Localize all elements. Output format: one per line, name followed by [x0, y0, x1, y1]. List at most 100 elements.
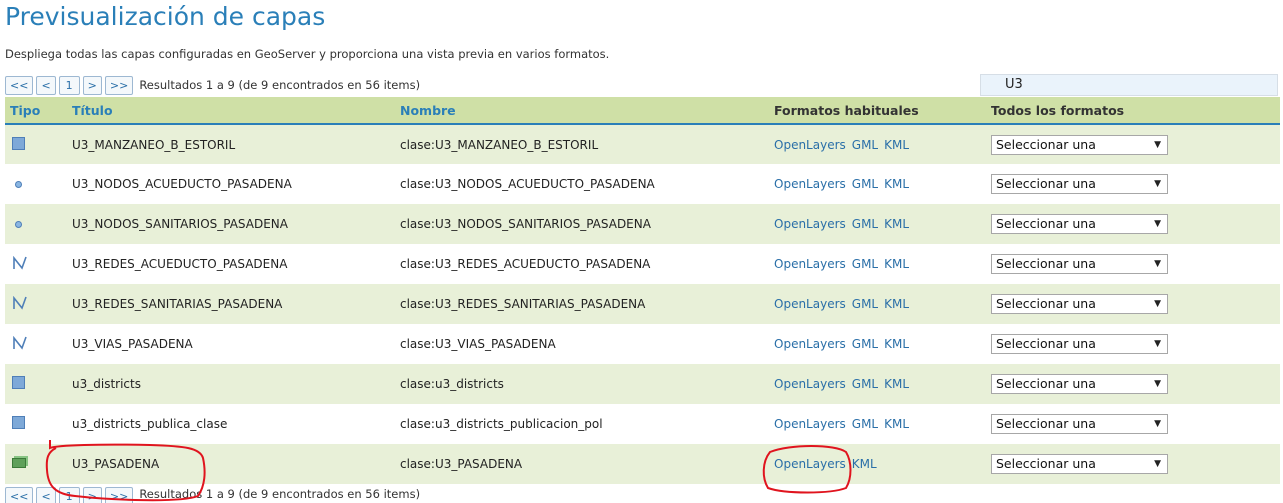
table-row: u3_districts clase:u3_districts OpenLayers… [5, 364, 1280, 404]
format-link-kml[interactable]: KML [884, 177, 909, 191]
cell-todos: Seleccionar una ▼ [986, 244, 1280, 284]
format-link-kml[interactable]: KML [884, 417, 909, 431]
format-link-gml[interactable]: GML [852, 217, 878, 231]
dropdown-arrow-icon: ▼ [1154, 179, 1161, 189]
format-link-gml[interactable]: GML [852, 257, 878, 271]
last-page-button[interactable]: >> [104, 75, 134, 95]
layer-preview-page: Previsualización de capas Despliega toda… [0, 0, 1283, 503]
format-link-kml[interactable]: KML [884, 377, 909, 391]
cell-titulo: U3_NODOS_ACUEDUCTO_PASADENA [67, 164, 395, 204]
last-page-button-bottom[interactable]: >> [104, 487, 134, 503]
dropdown-arrow-icon: ▼ [1154, 339, 1161, 349]
format-link-kml[interactable]: KML [884, 337, 909, 351]
column-header-formatos: Formatos habituales [769, 97, 986, 125]
cell-nombre: clase:U3_REDES_SANITARIAS_PASADENA [395, 284, 769, 324]
column-header-nombre[interactable]: Nombre [395, 97, 769, 125]
raster-icon [12, 458, 26, 468]
format-select[interactable]: Seleccionar una ▼ [991, 214, 1168, 234]
cell-nombre: clase:U3_NODOS_ACUEDUCTO_PASADENA [395, 164, 769, 204]
format-link-kml[interactable]: KML [884, 297, 909, 311]
table-header-row: Tipo Título Nombre Formatos habituales T… [5, 97, 1280, 125]
format-link-openlayers[interactable]: OpenLayers [774, 417, 846, 431]
format-link-gml[interactable]: GML [852, 297, 878, 311]
format-link-openlayers[interactable]: OpenLayers [774, 217, 846, 231]
format-link-openlayers[interactable]: OpenLayers [774, 138, 846, 152]
format-select[interactable]: Seleccionar una ▼ [991, 334, 1168, 354]
polygon-icon [12, 376, 25, 389]
prev-page-button-bottom[interactable]: < [36, 487, 56, 503]
cell-nombre: clase:U3_REDES_ACUEDUCTO_PASADENA [395, 244, 769, 284]
format-select[interactable]: Seleccionar una ▼ [991, 254, 1168, 274]
cell-formatos: OpenLayers GML KML [769, 164, 986, 204]
cell-formatos: OpenLayers GML KML [769, 284, 986, 324]
format-link-kml[interactable]: KML [884, 257, 909, 271]
line-icon [12, 295, 27, 310]
table-row: U3_MANZANEO_B_ESTORIL clase:U3_MANZANEO_B… [5, 124, 1280, 164]
next-page-button-bottom[interactable]: > [82, 487, 102, 503]
format-link-openlayers[interactable]: OpenLayers [774, 297, 846, 311]
prev-page-button[interactable]: < [36, 75, 56, 95]
column-header-tipo[interactable]: Tipo [5, 97, 67, 125]
dropdown-arrow-icon: ▼ [1154, 139, 1161, 150]
page-1-button-bottom[interactable]: 1 [58, 487, 80, 503]
format-select-value: Seleccionar una [996, 296, 1096, 311]
cell-todos: Seleccionar una ▼ [986, 404, 1280, 444]
search-input[interactable]: U3 [980, 74, 1278, 96]
cell-tipo [5, 364, 67, 404]
line-icon [12, 335, 27, 350]
cell-formatos: OpenLayers GML KML [769, 404, 986, 444]
cell-nombre: clase:u3_districts [395, 364, 769, 404]
format-select[interactable]: Seleccionar una ▼ [991, 414, 1168, 434]
cell-todos: Seleccionar una ▼ [986, 444, 1280, 484]
cell-tipo [5, 244, 67, 284]
column-header-titulo[interactable]: Título [67, 97, 395, 125]
next-page-button[interactable]: > [82, 75, 102, 95]
cell-tipo [5, 164, 67, 204]
cell-todos: Seleccionar una ▼ [986, 284, 1280, 324]
format-select[interactable]: Seleccionar una ▼ [991, 374, 1168, 394]
format-link-kml[interactable]: KML [852, 457, 877, 471]
page-description: Despliega todas las capas configuradas e… [5, 47, 610, 61]
page-1-button[interactable]: 1 [58, 75, 80, 95]
cell-nombre: clase:U3_VIAS_PASADENA [395, 324, 769, 364]
format-select-value: Seleccionar una [996, 216, 1096, 231]
dropdown-arrow-icon: ▼ [1154, 259, 1161, 269]
cell-tipo [5, 404, 67, 444]
column-header-todos: Todos los formatos [986, 97, 1280, 125]
format-link-gml[interactable]: GML [852, 337, 878, 351]
format-link-openlayers[interactable]: OpenLayers [774, 257, 846, 271]
first-page-button[interactable]: << [5, 75, 34, 95]
format-select-value: Seleccionar una [996, 416, 1096, 431]
format-select[interactable]: Seleccionar una ▼ [991, 134, 1168, 155]
format-link-gml[interactable]: GML [852, 138, 878, 152]
cell-titulo: u3_districts_publica_clase [67, 404, 395, 444]
cell-tipo [5, 324, 67, 364]
format-link-openlayers[interactable]: OpenLayers [774, 177, 846, 191]
format-link-gml[interactable]: GML [852, 177, 878, 191]
format-link-openlayers[interactable]: OpenLayers [774, 457, 846, 471]
pager: << < 1 > >> Resultados 1 a 9 (de 9 encon… [5, 75, 420, 95]
dropdown-arrow-icon: ▼ [1154, 459, 1161, 469]
format-select[interactable]: Seleccionar una ▼ [991, 454, 1168, 474]
cell-todos: Seleccionar una ▼ [986, 124, 1280, 164]
format-link-kml[interactable]: KML [884, 138, 909, 152]
cell-formatos: OpenLayers GML KML [769, 204, 986, 244]
format-link-gml[interactable]: GML [852, 417, 878, 431]
table-row: U3_REDES_SANITARIAS_PASADENA clase:U3_RED… [5, 284, 1280, 324]
cell-titulo: U3_VIAS_PASADENA [67, 324, 395, 364]
cell-titulo: U3_PASADENA [67, 444, 395, 484]
format-link-openlayers[interactable]: OpenLayers [774, 377, 846, 391]
format-select[interactable]: Seleccionar una ▼ [991, 174, 1168, 194]
first-page-button-bottom[interactable]: << [5, 487, 34, 503]
dropdown-arrow-icon: ▼ [1154, 419, 1161, 429]
format-link-openlayers[interactable]: OpenLayers [774, 337, 846, 351]
table-row: U3_PASADENA clase:U3_PASADENA OpenLayers KM… [5, 444, 1280, 484]
format-link-gml[interactable]: GML [852, 377, 878, 391]
page-title: Previsualización de capas [5, 2, 326, 31]
format-select[interactable]: Seleccionar una ▼ [991, 294, 1168, 314]
cell-formatos: OpenLayers GML KML [769, 364, 986, 404]
format-select-value: Seleccionar una [996, 336, 1096, 351]
format-link-kml[interactable]: KML [884, 217, 909, 231]
format-select-value: Seleccionar una [996, 256, 1096, 271]
cell-todos: Seleccionar una ▼ [986, 164, 1280, 204]
